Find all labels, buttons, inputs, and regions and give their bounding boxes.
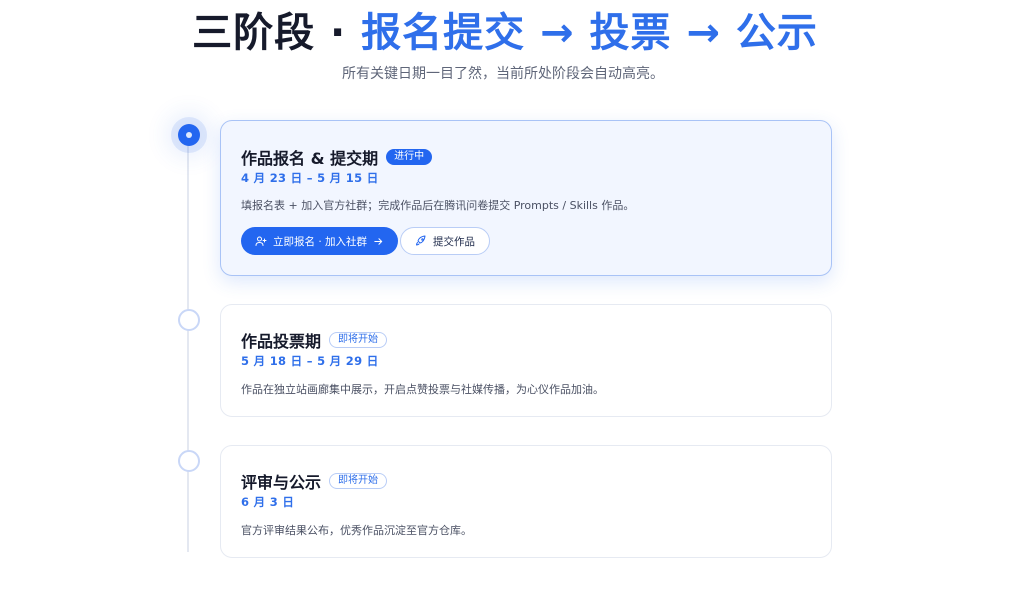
register-join-button-label: 立即报名 · 加入社群 — [273, 235, 368, 248]
user-plus-icon — [255, 235, 267, 247]
stage-card-review: 评审与公示 即将开始 6 月 3 日 官方评审结果公布，优秀作品沉淀至官方仓库。 — [220, 445, 832, 558]
timeline-line — [187, 140, 189, 552]
submit-work-button[interactable]: 提交作品 — [400, 227, 490, 255]
status-badge: 即将开始 — [329, 473, 388, 489]
stage-date: 6 月 3 日 — [241, 495, 295, 509]
submit-work-button-label: 提交作品 — [433, 235, 475, 248]
arrow-right-icon — [373, 236, 384, 247]
stage-date: 5 月 18 日 – 5 月 29 日 — [241, 354, 379, 368]
stage-title: 作品报名 & 提交期 — [241, 149, 379, 168]
stage-card-voting: 作品投票期 即将开始 5 月 18 日 – 5 月 29 日 作品在独立站画廊集… — [220, 304, 832, 417]
register-join-button[interactable]: 立即报名 · 加入社群 — [241, 227, 399, 255]
stage-description: 填报名表 + 加入官方社群；完成作品后在腾讯问卷提交 Prompts / Ski… — [241, 199, 635, 212]
stage-description: 官方评审结果公布，优秀作品沉淀至官方仓库。 — [241, 524, 472, 537]
stage-description: 作品在独立站画廊集中展示，开启点赞投票与社媒传播，为心仪作品加油。 — [241, 383, 604, 396]
stage-card-header: 作品报名 & 提交期 进行中 — [241, 145, 433, 169]
timeline-dot-voting — [178, 309, 200, 331]
page-title-highlight: 报名提交 → 投票 → 公示 — [361, 10, 818, 56]
timeline-dot-active — [178, 124, 200, 146]
page-subtitle: 所有关键日期一目了然，当前所处阶段会自动高亮。 — [342, 66, 664, 82]
stage-card-submission: 作品报名 & 提交期 进行中 4 月 23 日 – 5 月 15 日 填报名表 … — [220, 120, 832, 276]
page-title-prefix: 三阶段 · — [192, 10, 362, 56]
stage-title: 评审与公示 — [241, 473, 322, 492]
status-badge: 即将开始 — [329, 332, 388, 348]
rocket-icon — [415, 235, 427, 247]
status-badge: 进行中 — [386, 149, 433, 165]
stage-date: 4 月 23 日 – 5 月 15 日 — [241, 171, 379, 185]
stage-card-header: 作品投票期 即将开始 — [241, 328, 388, 352]
stage-title: 作品投票期 — [241, 332, 322, 351]
page-title: 三阶段 · 报名提交 → 投票 → 公示 — [0, 6, 1010, 60]
timeline-dot-review — [178, 450, 200, 472]
stage-card-header: 评审与公示 即将开始 — [241, 469, 388, 493]
